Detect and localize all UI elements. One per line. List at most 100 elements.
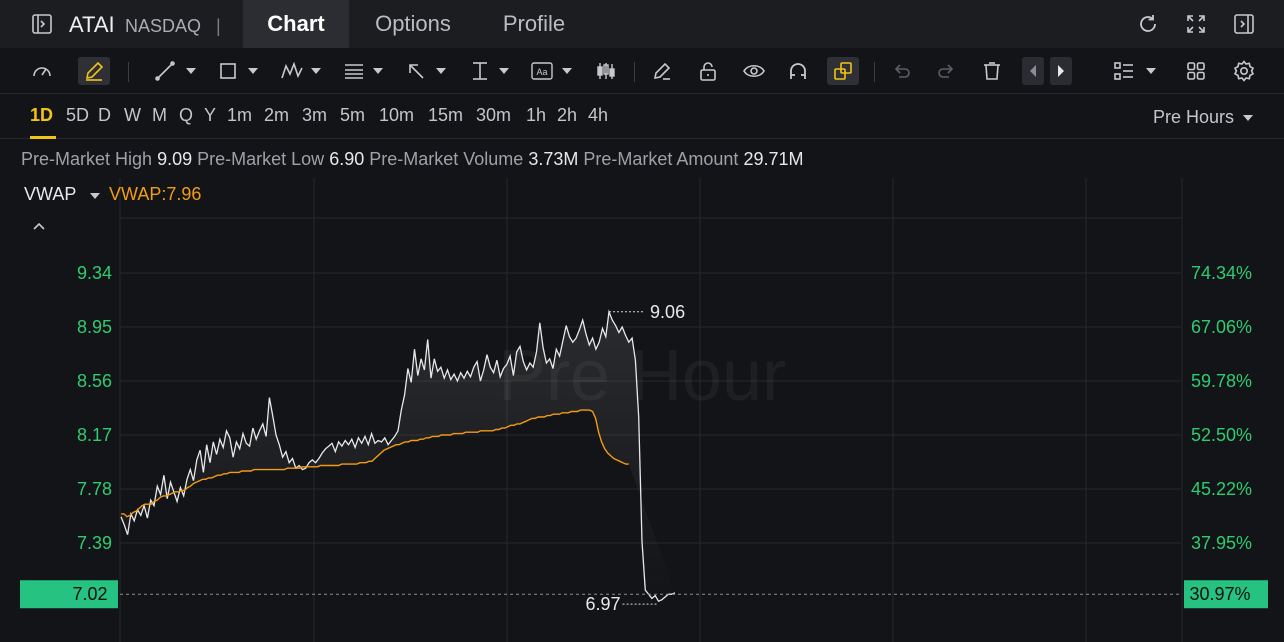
eraser-icon[interactable] [648,57,676,85]
interval-15m[interactable]: 15m [428,105,463,126]
refresh-icon[interactable] [1136,12,1160,36]
interval-q[interactable]: Q [179,105,193,126]
trash-icon[interactable] [978,57,1006,85]
interval-y[interactable]: Y [204,105,216,126]
percent-axis: 74.34% 67.06% 59.78% 52.50% 45.22% 37.95% [1191,263,1252,553]
pattern-icon[interactable] [278,57,306,85]
interval-10m[interactable]: 10m [379,105,414,126]
tab-options[interactable]: Options [360,0,466,48]
title-separator: | [216,16,221,36]
interval-5d[interactable]: 5D [66,105,89,126]
expand-icon[interactable] [1184,12,1208,36]
tab-profile-label: Profile [502,11,566,36]
low-marker: 6.97 [585,594,659,614]
percent-tick-label: 45.22% [1191,479,1252,499]
session-label: Pre Hours [1153,107,1235,127]
chevron-down-icon[interactable] [186,68,196,74]
chevron-up-icon[interactable] [31,219,47,237]
chevron-down-icon[interactable] [562,68,572,74]
next-icon[interactable] [1050,57,1072,85]
magnet-icon[interactable] [784,57,812,85]
pre-market-amount-label: Pre-Market Amount [583,149,739,169]
chevron-down-icon[interactable] [90,193,100,199]
price-axis: 9.34 8.95 8.56 8.17 7.78 7.39 [77,263,112,553]
draw-pencil-icon[interactable] [78,57,110,85]
pre-market-high-label: Pre-Market High [21,149,153,169]
chevron-down-icon[interactable] [499,68,509,74]
rectangle-icon[interactable] [214,57,242,85]
low-marker-text: 6.97 [585,594,620,614]
unlock-icon[interactable] [694,57,722,85]
chevron-down-icon [1243,115,1254,122]
gear-icon[interactable] [1230,57,1258,85]
panel-toggle-icon[interactable] [1232,12,1256,36]
current-percent-badge: 30.97% [1184,580,1268,609]
interval-2h[interactable]: 2h [557,105,577,126]
interval-2m[interactable]: 2m [264,105,289,126]
pre-market-volume-value: 3.73M [528,149,579,169]
percent-tick-label: 37.95% [1191,533,1252,553]
tab-chart-label: Chart [267,11,325,36]
chevron-down-icon[interactable] [248,68,258,74]
svg-text:Aa: Aa [536,67,547,77]
interval-4h[interactable]: 4h [588,105,608,126]
price-area-fill [121,311,675,602]
ticker-symbol: ATAI [69,12,115,37]
interval-d[interactable]: D [98,105,111,126]
toolbar-divider [128,62,129,82]
title-bar: ATAI NASDAQ | Chart Options Profile [0,0,1284,48]
speedometer-icon[interactable] [28,57,56,85]
interval-1d[interactable]: 1D [30,105,53,126]
chevron-down-icon[interactable] [311,68,321,74]
indicator-name[interactable]: VWAP [24,184,76,205]
price-tick-label: 8.95 [77,317,112,337]
price-tick-label: 7.78 [77,479,112,499]
interval-30m[interactable]: 30m [476,105,511,126]
current-percent-text: 30.97% [1189,584,1250,604]
session-selector[interactable]: Pre Hours [1153,107,1254,128]
measure-icon[interactable] [466,57,494,85]
interval-5m[interactable]: 5m [340,105,365,126]
price-chart[interactable]: Pre Hour 9.348.958.568.177.787.39 74.34%… [0,178,1284,642]
pre-market-amount-value: 29.71M [743,149,804,169]
layout-list-icon[interactable] [1110,57,1138,85]
toolbar-divider [874,62,875,82]
sidebar-toggle-icon[interactable] [30,12,54,36]
candles-icon[interactable] [592,57,620,85]
undo-icon[interactable] [888,57,916,85]
price-tick-label: 9.34 [77,263,112,283]
pre-market-low-value: 6.90 [329,149,365,169]
interval-w[interactable]: W [124,105,141,126]
chevron-down-icon[interactable] [1146,68,1156,74]
drawing-toolbar: Aa [0,48,1284,94]
chevron-down-icon[interactable] [436,68,446,74]
toolbar-divider [634,62,635,82]
fib-icon[interactable] [340,57,368,85]
interval-m[interactable]: M [152,105,167,126]
percent-tick-label: 59.78% [1191,371,1252,391]
trend-line-icon[interactable] [151,57,179,85]
price-tick-label: 8.56 [77,371,112,391]
price-tick-label: 8.17 [77,425,112,445]
pre-market-summary: Pre-Market High 9.09 Pre-Market Low 6.90… [21,149,804,170]
exchange-name: NASDAQ [125,16,202,36]
tab-options-label: Options [375,11,451,36]
arrow-icon[interactable] [402,57,430,85]
active-interval-indicator [30,136,56,139]
tab-chart[interactable]: Chart [243,0,349,48]
prev-icon[interactable] [1022,57,1044,85]
link-icon[interactable] [827,57,859,85]
text-icon[interactable]: Aa [528,57,556,85]
grid-icon[interactable] [1182,57,1210,85]
redo-icon[interactable] [932,57,960,85]
interval-1h[interactable]: 1h [526,105,546,126]
pre-market-low-label: Pre-Market Low [197,149,325,169]
interval-3m[interactable]: 3m [302,105,327,126]
tab-profile[interactable]: Profile [486,0,582,48]
interval-1m[interactable]: 1m [227,105,252,126]
percent-tick-label: 74.34% [1191,263,1252,283]
chevron-down-icon[interactable] [373,68,383,74]
current-price-badge: 7.02 [20,580,118,609]
interval-bar: 1D 5D D W M Q Y 1m 2m 3m 5m 10m 15m 30m 1h 2h 4h [0,95,1284,139]
eye-icon[interactable] [740,57,768,85]
